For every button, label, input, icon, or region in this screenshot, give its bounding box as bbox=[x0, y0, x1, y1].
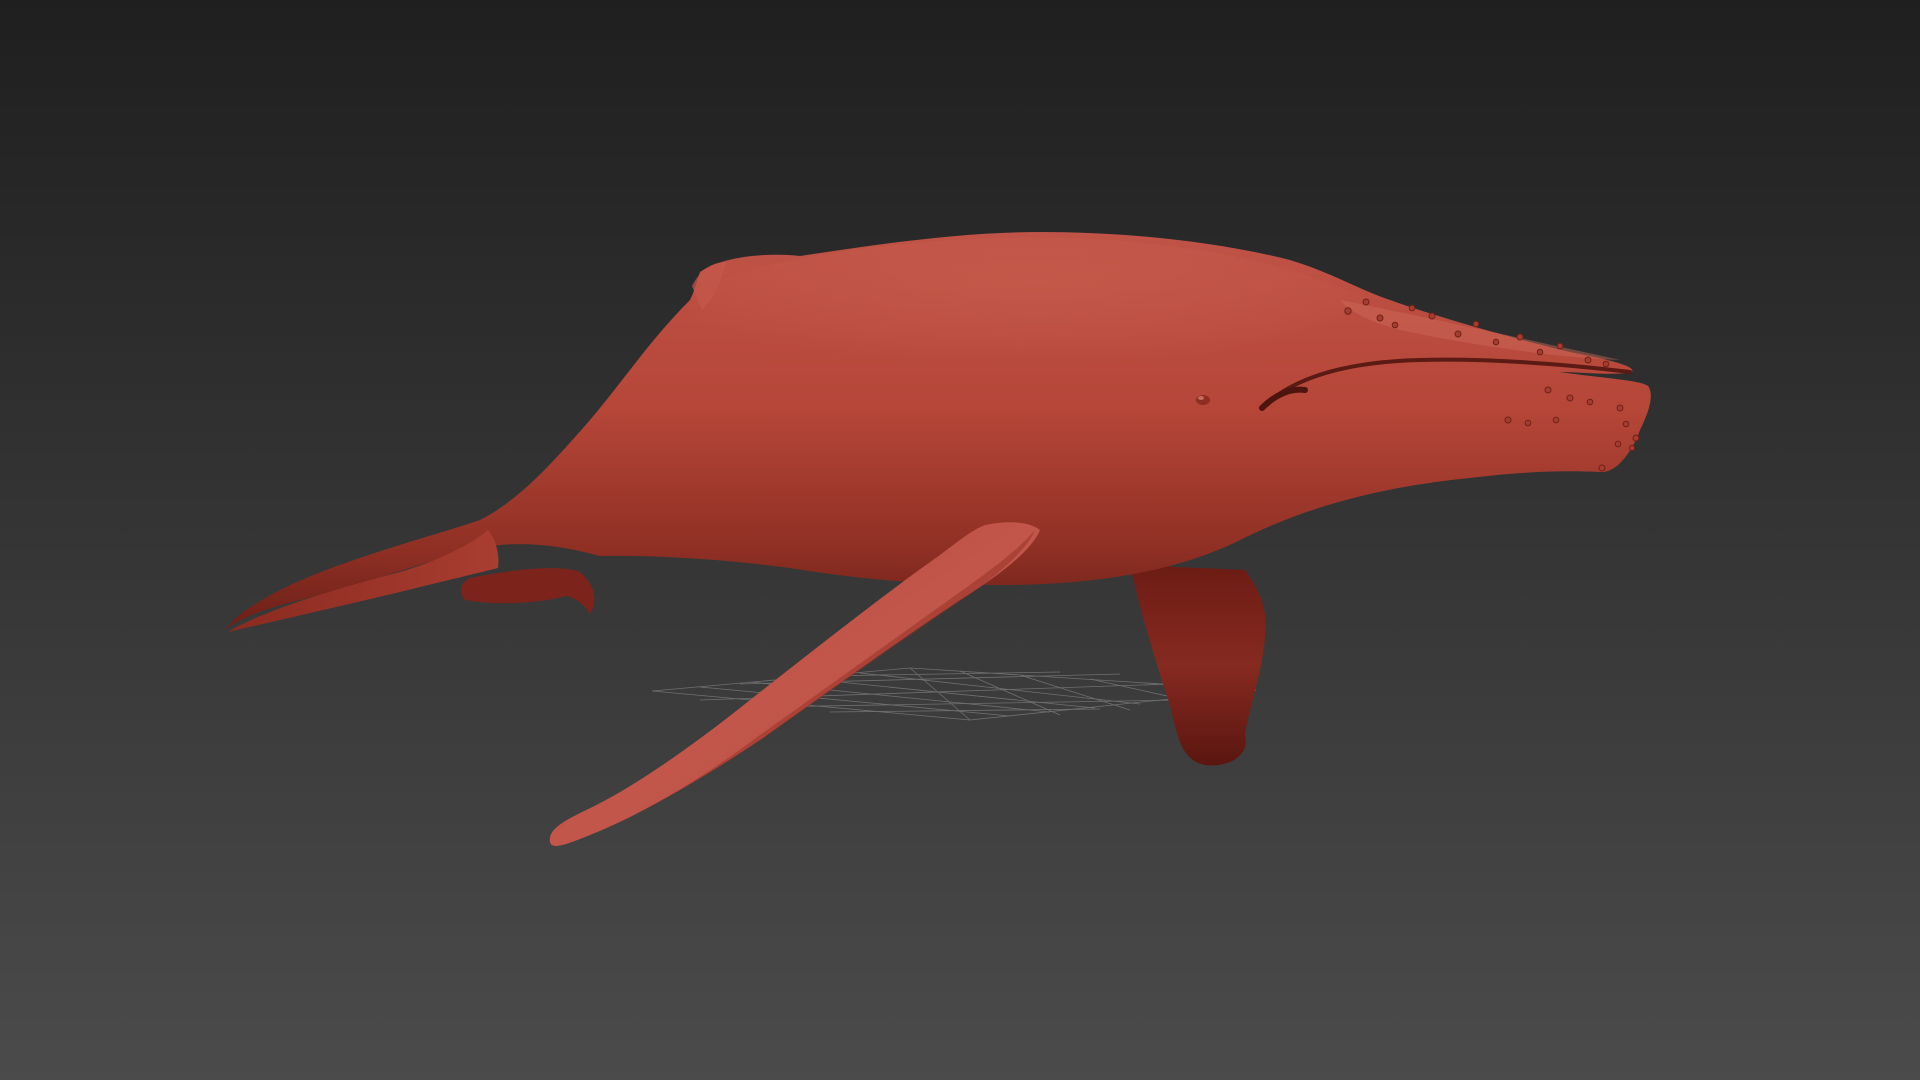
eye-highlight bbox=[1198, 396, 1204, 400]
viewport-canvas[interactable] bbox=[0, 0, 1920, 1080]
eye bbox=[1196, 395, 1210, 405]
3d-viewport[interactable] bbox=[0, 0, 1920, 1080]
